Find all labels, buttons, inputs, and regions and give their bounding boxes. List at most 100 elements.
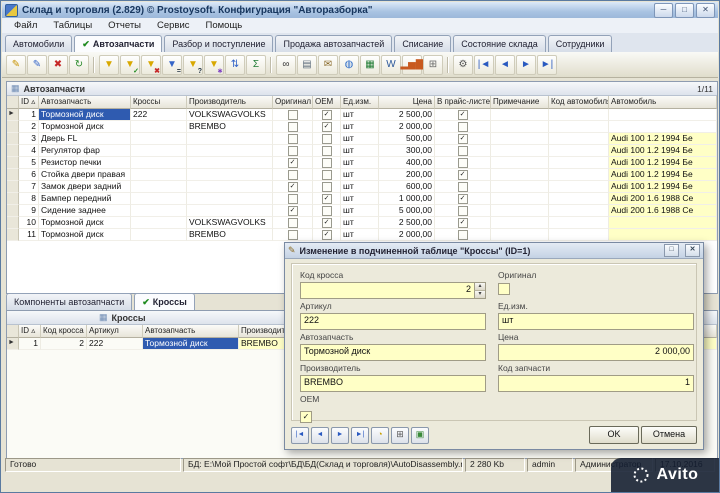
- cell-pricelist-checkbox[interactable]: ✓: [435, 193, 491, 205]
- calculator-icon-button[interactable]: ⊞: [391, 427, 409, 444]
- menu-item-4[interactable]: Помощь: [198, 19, 251, 32]
- cell-oem-checkbox[interactable]: ✓: [313, 193, 341, 205]
- tab-5[interactable]: Состояние склада: [453, 35, 545, 52]
- cell-pricelist-checkbox[interactable]: [435, 229, 491, 241]
- find-icon-button[interactable]: ∞: [276, 55, 296, 75]
- cell-oem-checkbox[interactable]: [313, 181, 341, 193]
- tab-0[interactable]: Автомобили: [5, 35, 72, 52]
- spin-up-icon[interactable]: ▴: [474, 283, 485, 291]
- menu-item-1[interactable]: Таблицы: [45, 19, 100, 32]
- cell-pricelist-checkbox[interactable]: ✓: [435, 109, 491, 121]
- cell-original-checkbox[interactable]: [273, 169, 313, 181]
- filter-apply-icon-button[interactable]: ▼✓: [120, 55, 140, 75]
- article-field[interactable]: 222: [300, 313, 486, 330]
- column-header-part[interactable]: Автозапчасть: [39, 96, 131, 109]
- calculator-icon-button[interactable]: ⊞: [423, 55, 443, 75]
- filter-equals-icon-button[interactable]: ▼=: [162, 55, 182, 75]
- column-header-cross-code[interactable]: Код кросса: [41, 325, 87, 338]
- cell-original-checkbox[interactable]: [273, 217, 313, 229]
- cancel-button[interactable]: Отмена: [641, 426, 697, 444]
- filter-custom-icon-button[interactable]: ▼∗: [204, 55, 224, 75]
- cell-pricelist-checkbox[interactable]: ✓: [435, 169, 491, 181]
- tab-6[interactable]: Сотрудники: [548, 35, 613, 52]
- unit-field[interactable]: шт: [498, 313, 694, 330]
- cell-original-checkbox[interactable]: [273, 121, 313, 133]
- oem-checkbox[interactable]: ✓: [300, 411, 312, 423]
- cell-original-checkbox[interactable]: [273, 229, 313, 241]
- column-header-manufacturer[interactable]: Производитель: [187, 96, 273, 109]
- cell-oem-checkbox[interactable]: ✓: [313, 109, 341, 121]
- sort-icon-button[interactable]: ⇅: [225, 55, 245, 75]
- cell-oem-checkbox[interactable]: [313, 145, 341, 157]
- column-header-car[interactable]: Автомобиль: [609, 96, 717, 109]
- part-name-field[interactable]: Тормозной диск: [300, 344, 486, 361]
- web-export-icon-button[interactable]: ◍: [339, 55, 359, 75]
- dialog-rollup-button[interactable]: □: [664, 244, 679, 257]
- manufacturer-field[interactable]: BREMBO: [300, 375, 486, 392]
- sum-icon-button[interactable]: Σ: [246, 55, 266, 75]
- column-header-in-pricelist[interactable]: В прайс-листе: [435, 96, 491, 109]
- filter-icon-button[interactable]: ▼: [99, 55, 119, 75]
- chart-icon-button[interactable]: ▂▅▇: [402, 55, 422, 75]
- cell-original-checkbox[interactable]: [273, 193, 313, 205]
- cell-original-checkbox[interactable]: ✓: [273, 205, 313, 217]
- cell-oem-checkbox[interactable]: [313, 157, 341, 169]
- column-header-id[interactable]: ID ▵: [19, 325, 41, 338]
- cell-oem-checkbox[interactable]: ✓: [313, 229, 341, 241]
- cell-original-checkbox[interactable]: ✓: [273, 157, 313, 169]
- filter-query-icon-button[interactable]: ▼?: [183, 55, 203, 75]
- tab-3[interactable]: Продажа автозапчастей: [275, 35, 392, 52]
- mail-icon-button[interactable]: ✉: [318, 55, 338, 75]
- price-field[interactable]: 2 000,00: [498, 344, 694, 361]
- cell-oem-checkbox[interactable]: [313, 169, 341, 181]
- cell-oem-checkbox[interactable]: ✓: [313, 217, 341, 229]
- column-header-article[interactable]: Артикул: [87, 325, 143, 338]
- spin-down-icon[interactable]: ▾: [474, 291, 485, 298]
- menu-item-3[interactable]: Сервис: [149, 19, 198, 32]
- original-checkbox[interactable]: [498, 283, 510, 295]
- cell-pricelist-checkbox[interactable]: ✓: [435, 133, 491, 145]
- prev-record-button[interactable]: ◄: [311, 427, 329, 444]
- filter-clear-icon-button[interactable]: ▼✖: [141, 55, 161, 75]
- tab-2[interactable]: Разбор и поступление: [164, 35, 273, 52]
- cell-pricelist-checkbox[interactable]: [435, 205, 491, 217]
- cell-original-checkbox[interactable]: ✓: [273, 181, 313, 193]
- settings-icon-button[interactable]: ⚙: [453, 55, 473, 75]
- dialog-close-button[interactable]: ✕: [685, 244, 700, 257]
- maximize-button[interactable]: □: [675, 3, 694, 18]
- image-icon-button[interactable]: ▣: [411, 427, 429, 444]
- cell-oem-checkbox[interactable]: ✓: [313, 121, 341, 133]
- column-header-note[interactable]: Примечание: [491, 96, 549, 109]
- column-header-original[interactable]: Оригинал: [273, 96, 313, 109]
- cell-pricelist-checkbox[interactable]: [435, 181, 491, 193]
- cell-pricelist-checkbox[interactable]: [435, 121, 491, 133]
- sub-tab-0[interactable]: Компоненты автозапчасти: [6, 293, 132, 310]
- delete-record-icon-button[interactable]: ✖: [48, 55, 68, 75]
- cell-pricelist-checkbox[interactable]: [435, 157, 491, 169]
- close-button[interactable]: ✕: [696, 3, 715, 18]
- word-export-icon-button[interactable]: W: [381, 55, 401, 75]
- spinner-icon[interactable]: ▴▾: [474, 283, 485, 298]
- excel-export-icon-button[interactable]: ▦: [360, 55, 380, 75]
- cell-oem-checkbox[interactable]: [313, 133, 341, 145]
- first-record-button[interactable]: |◄: [291, 427, 309, 444]
- cell-pricelist-checkbox[interactable]: [435, 145, 491, 157]
- print-icon-button[interactable]: ▤: [297, 55, 317, 75]
- last-record-button[interactable]: ►|: [351, 427, 369, 444]
- last-record-icon-button[interactable]: ►|: [537, 55, 557, 75]
- column-header-part[interactable]: Автозапчасть: [143, 325, 239, 338]
- next-record-icon-button[interactable]: ►: [516, 55, 536, 75]
- refresh-icon-button[interactable]: ↻: [69, 55, 89, 75]
- minimize-button[interactable]: ─: [654, 3, 673, 18]
- tab-4[interactable]: Списание: [394, 35, 451, 52]
- first-record-icon-button[interactable]: |◄: [474, 55, 494, 75]
- part-code-field[interactable]: 1: [498, 375, 694, 392]
- cross-code-field[interactable]: 2▴▾: [300, 282, 486, 299]
- cell-oem-checkbox[interactable]: [313, 205, 341, 217]
- tab-1[interactable]: ✔Автозапчасти: [74, 35, 162, 52]
- cell-original-checkbox[interactable]: [273, 133, 313, 145]
- column-header-id[interactable]: ID ▵: [19, 96, 39, 109]
- next-record-button[interactable]: ►: [331, 427, 349, 444]
- prev-record-icon-button[interactable]: ◄: [495, 55, 515, 75]
- column-header-car-code[interactable]: Код автомобиля: [549, 96, 609, 109]
